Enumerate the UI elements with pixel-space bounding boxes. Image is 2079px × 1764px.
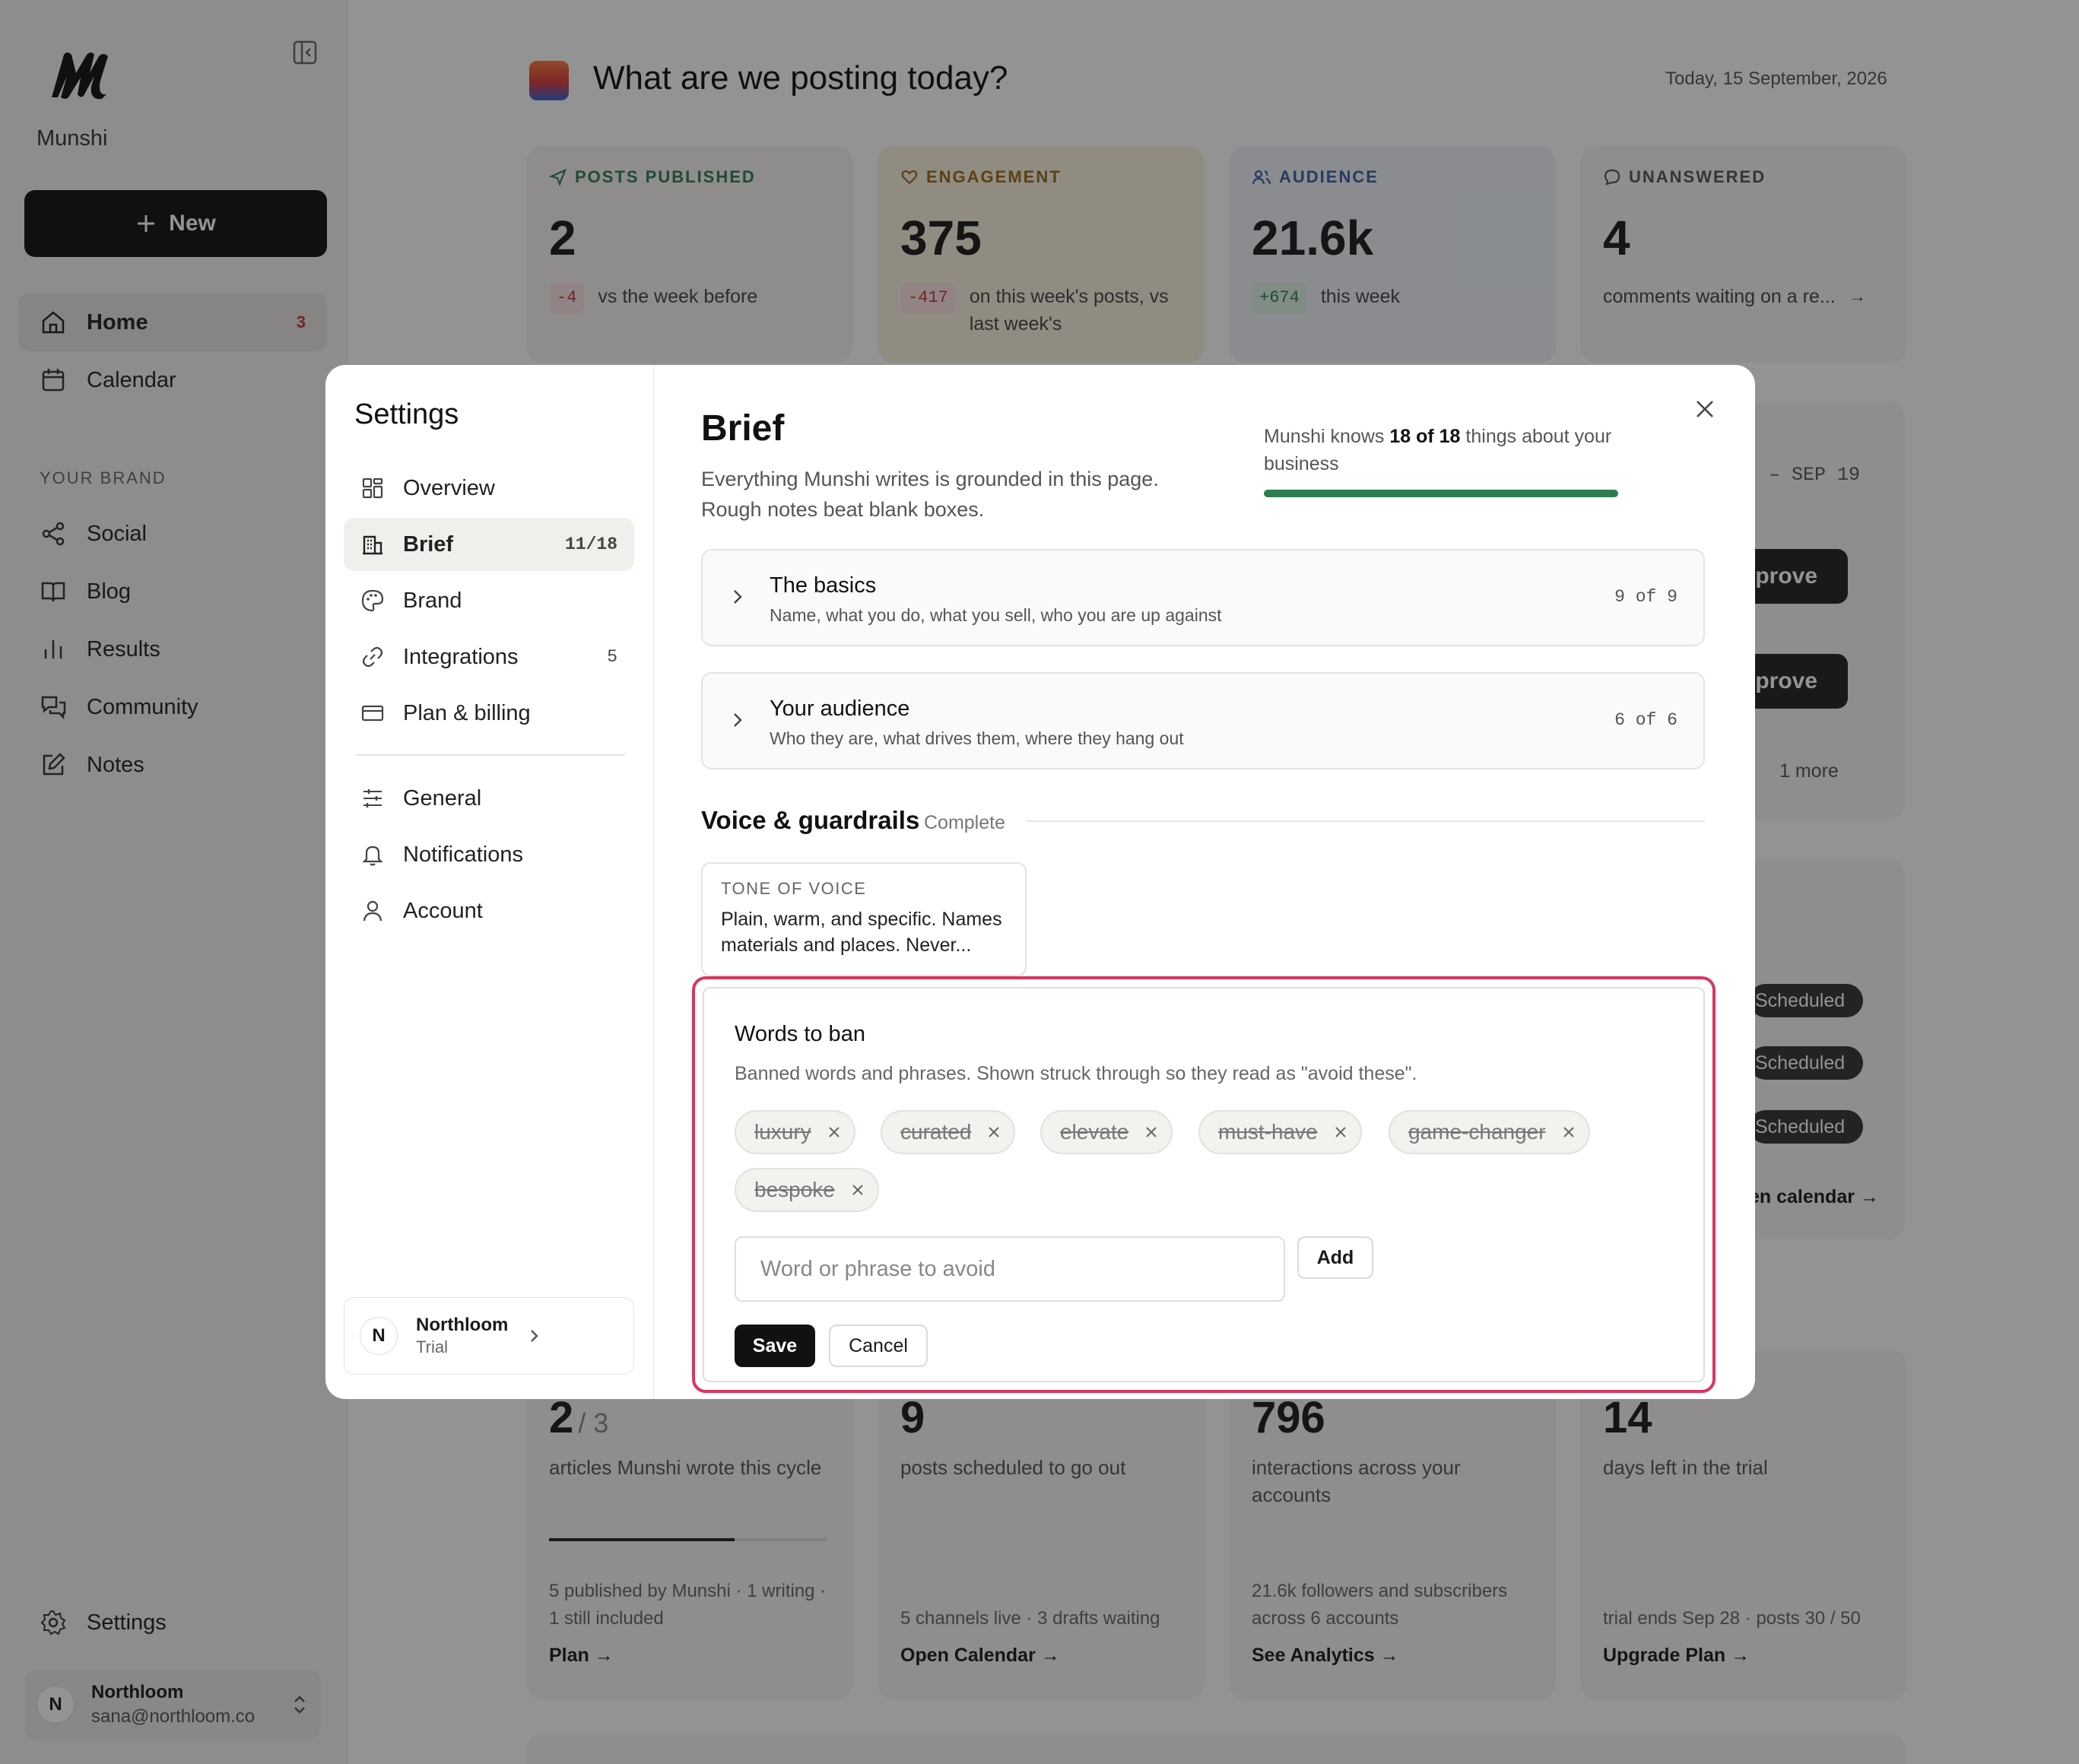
banned-word: game-changer (1408, 1120, 1546, 1144)
remove-icon[interactable] (1145, 1126, 1157, 1138)
banned-word-chip: elevate (1040, 1110, 1173, 1154)
section-description: Who they are, what drives them, where th… (770, 728, 1184, 748)
workspace-switcher[interactable]: N Northloom Trial (344, 1297, 634, 1375)
workspace-plan: Trial (416, 1337, 448, 1356)
settings-nav-label: General (403, 785, 482, 811)
brief-progress-count: 11/18 (564, 535, 617, 554)
editor-title: Words to ban (735, 1022, 865, 1046)
banned-word: must-have (1218, 1120, 1318, 1144)
settings-nav-label: Brand (403, 588, 462, 613)
settings-nav-notifications[interactable]: Notifications (344, 828, 634, 881)
settings-nav-brand[interactable]: Brand (344, 574, 634, 627)
settings-title: Settings (354, 398, 459, 430)
chevron-right-icon (734, 590, 742, 604)
settings-nav-label: Plan & billing (403, 700, 531, 725)
chevron-right-icon (734, 713, 742, 727)
banned-word-chip: luxury (735, 1110, 855, 1154)
knows-prefix: Munshi knows (1264, 426, 1385, 447)
settings-nav-label: Overview (403, 475, 495, 500)
settings-nav-overview[interactable]: Overview (344, 462, 634, 515)
voice-section-title: Voice & guardrails (701, 806, 920, 834)
section-count: 6 of 6 (1614, 710, 1677, 730)
field-label: TONE OF VOICE (721, 879, 867, 898)
workspace-avatar: N (360, 1317, 398, 1355)
settings-nav-label: Notifications (403, 842, 523, 867)
section-description: Name, what you do, what you sell, who yo… (770, 605, 1222, 625)
add-button[interactable]: Add (1297, 1236, 1373, 1279)
section-title: The basics (770, 573, 877, 598)
banned-word: luxury (754, 1120, 811, 1144)
section-title: Your audience (770, 696, 910, 721)
brief-description: Everything Munshi writes is grounded in … (701, 468, 1159, 521)
settings-nav-label: Brief (403, 531, 454, 557)
field-value: Plain, warm, and specific. Names materia… (721, 909, 1002, 956)
close-icon[interactable] (1694, 398, 1716, 420)
workspace-name: Northloom (416, 1315, 509, 1335)
banned-word: elevate (1060, 1120, 1129, 1144)
section-divider (1027, 820, 1705, 822)
remove-icon[interactable] (852, 1184, 864, 1196)
remove-icon[interactable] (1335, 1126, 1347, 1138)
remove-icon[interactable] (988, 1126, 1000, 1138)
banned-word-chip: must-have (1198, 1110, 1362, 1154)
voice-section-status: Complete (924, 812, 1005, 833)
user-icon (363, 900, 382, 922)
settings-nav-billing[interactable]: Plan & billing (344, 687, 634, 740)
bell-icon (362, 846, 383, 866)
section-the-basics[interactable]: The basics Name, what you do, what you s… (701, 549, 1705, 646)
palette-icon (361, 589, 384, 612)
settings-nav-label: Account (403, 898, 483, 923)
brief-title: Brief (701, 408, 785, 449)
chevron-right-icon (531, 1330, 539, 1342)
save-button[interactable]: Save (735, 1325, 815, 1367)
building-icon (363, 535, 382, 555)
settings-nav-integrations[interactable]: Integrations 5 (344, 630, 634, 684)
nav-divider (356, 754, 625, 756)
settings-nav-general[interactable]: General (344, 772, 634, 825)
remove-icon[interactable] (1563, 1126, 1575, 1138)
cancel-button[interactable]: Cancel (829, 1325, 928, 1367)
banned-word: bespoke (754, 1178, 835, 1201)
integrations-count: 5 (607, 647, 617, 667)
banned-word-chip: bespoke (735, 1168, 879, 1212)
banned-word-chip: curated (881, 1110, 1016, 1154)
section-count: 9 of 9 (1614, 587, 1677, 607)
editor-description: Banned words and phrases. Shown struck t… (735, 1063, 1417, 1084)
knows-count: 18 of 18 (1389, 426, 1461, 447)
credit-card-icon (361, 705, 384, 722)
settings-nav-brief[interactable]: Brief 11/18 (344, 518, 634, 571)
knowledge-progress-bar (1264, 490, 1618, 497)
settings-sidebar: Settings Overview Brief 11/18 Brand Inte… (325, 365, 654, 1399)
banned-word: curated (900, 1120, 972, 1144)
banned-word-chip: game-changer (1389, 1110, 1590, 1154)
banned-word-input[interactable] (735, 1236, 1285, 1302)
settings-nav-label: Integrations (403, 644, 519, 669)
remove-icon[interactable] (828, 1126, 840, 1138)
settings-modal: Settings Overview Brief 11/18 Brand Inte… (325, 365, 1755, 1399)
words-to-ban-editor: Words to ban Banned words and phrases. S… (703, 987, 1705, 1382)
settings-nav-account[interactable]: Account (344, 884, 634, 938)
knowledge-summary: Munshi knows 18 of 18 things about your … (1264, 423, 1629, 477)
sliders-icon (363, 789, 382, 807)
grid-icon (362, 477, 383, 499)
tone-of-voice-field[interactable]: TONE OF VOICE Plain, warm, and specific.… (701, 862, 1027, 976)
section-your-audience[interactable]: Your audience Who they are, what drives … (701, 672, 1705, 769)
link-icon (362, 646, 383, 668)
